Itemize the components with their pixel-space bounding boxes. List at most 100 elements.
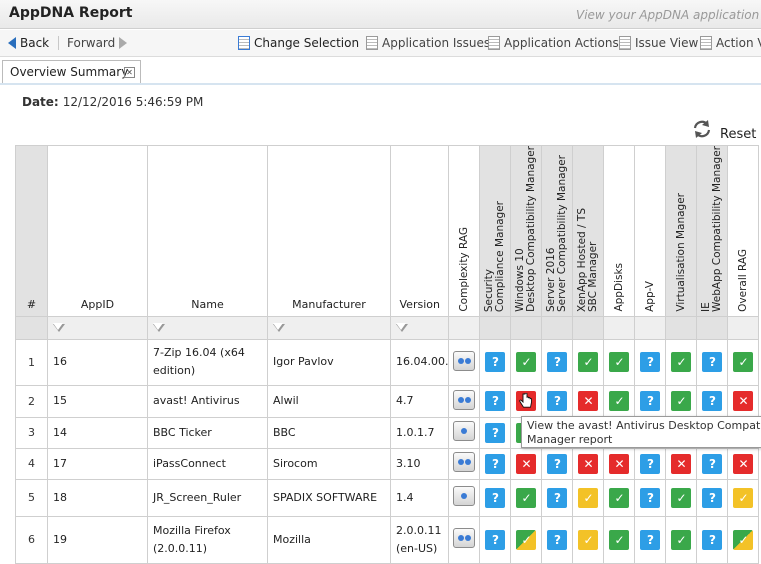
forward-button[interactable]: Forward: [67, 36, 128, 50]
unknown-icon[interactable]: ?: [547, 453, 568, 474]
cross-icon[interactable]: [733, 453, 754, 474]
close-tab-icon[interactable]: ✕: [124, 67, 135, 78]
table-row[interactable]: 417iPassConnectSirocom3.10????: [15, 447, 760, 480]
tab-overview-summary[interactable]: Overview Summary ✕: [2, 60, 141, 83]
table-row[interactable]: 215avast! AntivirusAlwil4.7????: [15, 384, 760, 418]
cell-manufacturer: Mozilla: [267, 515, 391, 564]
check-icon[interactable]: [609, 391, 630, 412]
col-header-num[interactable]: #: [15, 145, 48, 317]
table-row[interactable]: 1 16 7-Zip 16.04 (x64 edition) Igor Pavlov 1…: [15, 338, 760, 386]
change-selection-button[interactable]: Change Selection: [238, 36, 359, 50]
unknown-icon[interactable]: ?: [702, 391, 723, 412]
issue-view-button[interactable]: Issue View: [619, 36, 698, 50]
col-header-name[interactable]: Name: [147, 145, 268, 317]
check-icon[interactable]: [609, 487, 630, 508]
cross-icon[interactable]: [671, 453, 692, 474]
col-header-virtualisation[interactable]: Virtualisation Manager: [665, 145, 698, 317]
col-header-appid[interactable]: AppID: [47, 145, 148, 317]
cell-security: ?: [479, 447, 512, 480]
cell-security: ?: [479, 416, 512, 449]
cross-icon[interactable]: [578, 391, 599, 412]
col-header-server2016[interactable]: Server 2016 Server Compatibility Manager: [541, 145, 574, 317]
unknown-icon[interactable]: ?: [640, 487, 661, 508]
unknown-icon[interactable]: ?: [485, 422, 506, 443]
date-value: 12/12/2016 5:46:59 PM: [62, 95, 204, 109]
application-actions-button[interactable]: Application Actions: [488, 36, 619, 50]
green-amber-check-icon[interactable]: [516, 529, 537, 550]
col-header-xenapp[interactable]: XenApp Hosted / TS SBC Manager: [572, 145, 605, 317]
col-header-overall[interactable]: Overall RAG: [727, 145, 760, 317]
cell-xenapp: [572, 515, 605, 564]
complexity-two-dots-icon[interactable]: [453, 350, 476, 371]
unknown-icon[interactable]: ?: [702, 487, 723, 508]
back-arrow-icon: [8, 37, 16, 49]
amber-check-icon[interactable]: [578, 487, 599, 508]
col-header-manufacturer[interactable]: Manufacturer: [267, 145, 391, 317]
cross-icon[interactable]: [609, 453, 630, 474]
unknown-icon[interactable]: ?: [702, 453, 723, 474]
col-header-complexity[interactable]: Complexity RAG: [448, 145, 481, 317]
cell-manufacturer: Sirocom: [267, 447, 391, 480]
unknown-icon[interactable]: ?: [547, 529, 568, 550]
check-icon[interactable]: [671, 352, 692, 373]
unknown-icon[interactable]: ?: [485, 453, 506, 474]
check-icon[interactable]: [671, 529, 692, 550]
action-view-button[interactable]: Action V: [700, 36, 761, 50]
filter-manufacturer-icon[interactable]: [273, 323, 285, 333]
col-header-appv[interactable]: App-V: [634, 145, 667, 317]
col-header-version[interactable]: Version: [389, 145, 450, 317]
complexity-one-dot-icon[interactable]: [453, 486, 476, 507]
col-header-security[interactable]: Security Compliance Manager: [479, 145, 512, 317]
check-icon[interactable]: [578, 352, 599, 373]
unknown-icon[interactable]: ?: [640, 352, 661, 373]
unknown-icon[interactable]: ?: [640, 453, 661, 474]
cross-icon[interactable]: [733, 391, 754, 412]
complexity-two-dots-icon[interactable]: [453, 452, 476, 473]
cell-security: ?: [479, 515, 512, 564]
unknown-icon[interactable]: ?: [485, 487, 506, 508]
col-header-ie[interactable]: IE WebApp Compatibility Manager: [696, 145, 729, 317]
unknown-icon[interactable]: ?: [485, 352, 506, 373]
unknown-icon[interactable]: ?: [485, 529, 506, 550]
unknown-icon[interactable]: ?: [547, 391, 568, 412]
unknown-icon[interactable]: ?: [485, 391, 506, 412]
cell-complexity: [448, 515, 481, 564]
filter-name-icon[interactable]: [153, 323, 165, 333]
complexity-two-dots-icon[interactable]: [453, 528, 476, 549]
cell-appv: ?: [634, 447, 667, 480]
cell-version: 3.10: [389, 447, 450, 480]
amber-check-icon[interactable]: [733, 487, 754, 508]
unknown-icon[interactable]: ?: [640, 529, 661, 550]
application-issues-button[interactable]: Application Issues: [366, 36, 490, 50]
check-icon[interactable]: [609, 529, 630, 550]
back-label: Back: [20, 36, 50, 50]
cell-complexity: [448, 447, 481, 480]
cross-icon[interactable]: [578, 453, 599, 474]
check-icon[interactable]: [671, 391, 692, 412]
complexity-one-dot-icon[interactable]: [453, 421, 476, 442]
check-icon[interactable]: [516, 352, 537, 373]
complexity-two-dots-icon[interactable]: [453, 389, 476, 410]
unknown-icon[interactable]: ?: [547, 487, 568, 508]
unknown-icon[interactable]: ?: [702, 352, 723, 373]
unknown-icon[interactable]: ?: [547, 352, 568, 373]
check-icon[interactable]: [516, 487, 537, 508]
forward-label: Forward: [67, 36, 116, 50]
cell-appid: 19: [47, 515, 148, 564]
table-row[interactable]: 6 19 Mozilla Firefox (2.0.0.11) Mozilla 2.0.…: [15, 515, 760, 564]
check-icon[interactable]: [733, 352, 754, 373]
date-label: Date:: [22, 95, 59, 109]
col-header-appdisks[interactable]: AppDisks: [603, 145, 636, 317]
unknown-icon[interactable]: ?: [640, 391, 661, 412]
table-row[interactable]: 518JR_Screen_RulerSPADIX SOFTWARE1.4????: [15, 478, 760, 517]
green-amber-check-icon[interactable]: [733, 529, 754, 550]
amber-check-icon[interactable]: [578, 529, 599, 550]
check-icon[interactable]: [671, 487, 692, 508]
check-icon[interactable]: [609, 352, 630, 373]
unknown-icon[interactable]: ?: [702, 529, 723, 550]
cross-icon[interactable]: [516, 453, 537, 474]
filter-appid-icon[interactable]: [53, 323, 65, 333]
back-button[interactable]: Back: [8, 36, 49, 50]
col-header-win10[interactable]: Windows 10 Desktop Compatibility Manager: [510, 145, 543, 317]
filter-version-icon[interactable]: [396, 323, 408, 333]
